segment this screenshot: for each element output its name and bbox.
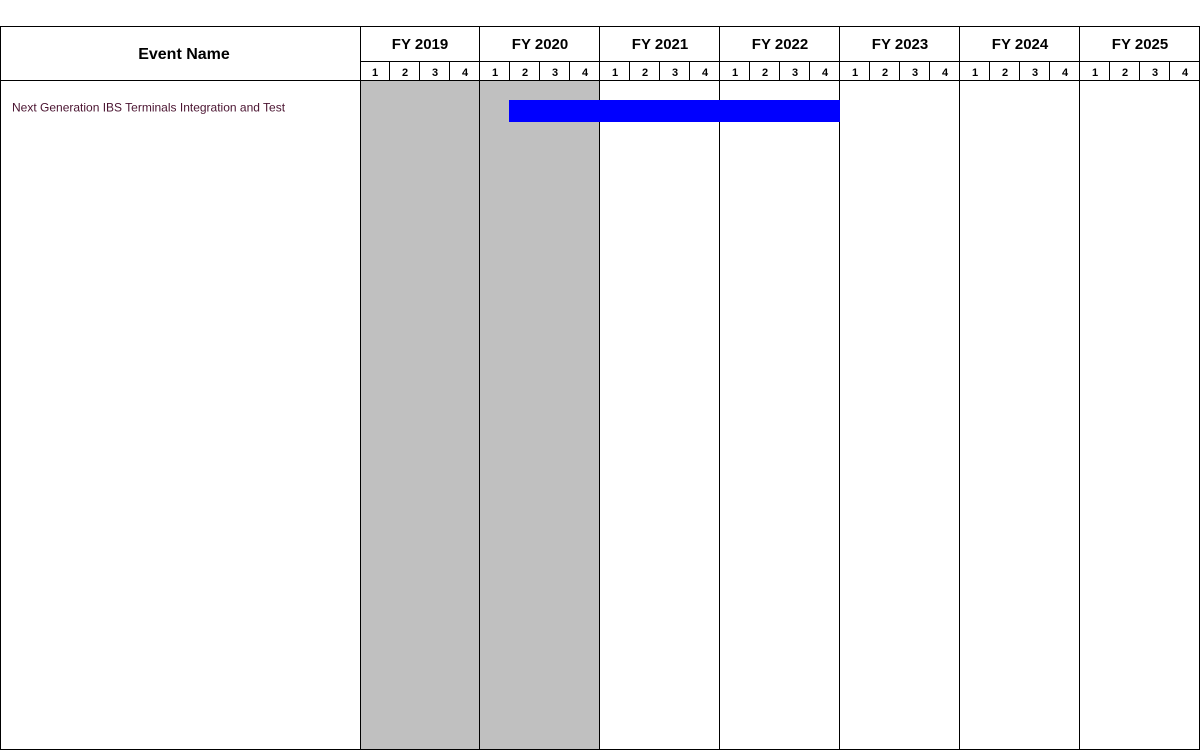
event-name-header: Event Name [138, 46, 230, 63]
quarter-label-fy-2023-q2: 2 [882, 67, 888, 79]
quarter-label-fy-2022-q2: 2 [762, 67, 768, 79]
quarter-label-fy-2020-q2: 2 [522, 67, 528, 79]
year-label-fy-2025: FY 2025 [1112, 36, 1168, 53]
quarter-label-fy-2019-q4: 4 [462, 67, 469, 79]
quarter-label-fy-2020-q1: 1 [492, 67, 498, 79]
quarter-label-fy-2022-q4: 4 [822, 67, 829, 79]
quarter-label-fy-2024-q3: 3 [1032, 67, 1038, 79]
quarter-label-fy-2025-q2: 2 [1122, 67, 1128, 79]
shaded-year-fy-2019 [360, 80, 480, 749]
quarter-label-fy-2020-q3: 3 [552, 67, 558, 79]
gantt-chart: Event Name FY 2019 1 2 3 4 FY 2020 1 2 3 4 FY 2021… [0, 0, 1200, 750]
quarter-label-fy-2022-q1: 1 [732, 67, 738, 79]
task-label: Next Generation IBS Terminals Integratio… [12, 101, 286, 115]
quarter-label-fy-2022-q3: 3 [792, 67, 798, 79]
year-label-fy-2024: FY 2024 [992, 36, 1049, 53]
quarter-label-fy-2023-q4: 4 [942, 67, 949, 79]
year-label-fy-2023: FY 2023 [872, 36, 928, 53]
quarter-label-fy-2019-q2: 2 [402, 67, 408, 79]
year-label-fy-2021: FY 2021 [632, 36, 688, 53]
quarter-label-fy-2024-q2: 2 [1002, 67, 1008, 79]
quarter-label-fy-2023-q3: 3 [912, 67, 918, 79]
quarter-label-fy-2021-q1: 1 [612, 67, 618, 79]
quarter-label-fy-2019-q3: 3 [432, 67, 438, 79]
quarter-label-fy-2021-q4: 4 [702, 67, 709, 79]
quarter-label-fy-2023-q1: 1 [852, 67, 858, 79]
quarter-label-fy-2024-q1: 1 [972, 67, 978, 79]
quarter-label-fy-2024-q4: 4 [1062, 67, 1069, 79]
year-label-fy-2022: FY 2022 [752, 36, 808, 53]
task-bar [509, 100, 840, 122]
quarter-label-fy-2025-q4: 4 [1182, 67, 1189, 79]
year-label-fy-2019: FY 2019 [392, 36, 448, 53]
quarter-label-fy-2025-q1: 1 [1092, 67, 1098, 79]
quarter-label-fy-2021-q3: 3 [672, 67, 678, 79]
quarter-label-fy-2020-q4: 4 [582, 67, 589, 79]
task-bar-layer [509, 100, 840, 122]
shaded-year-fy-2020 [480, 80, 600, 749]
quarter-label-fy-2019-q1: 1 [372, 67, 378, 79]
quarter-label-fy-2021-q2: 2 [642, 67, 648, 79]
year-label-fy-2020: FY 2020 [512, 36, 568, 53]
quarter-label-fy-2025-q3: 3 [1152, 67, 1158, 79]
